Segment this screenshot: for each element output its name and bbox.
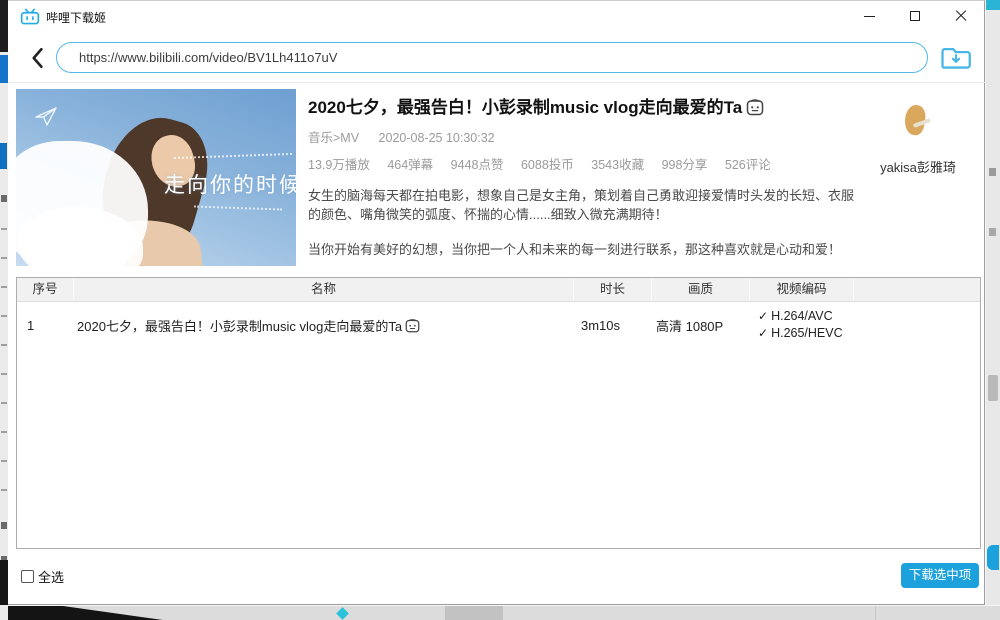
background-window-right-sliver bbox=[985, 0, 1000, 620]
description-paragraph: 女生的脑海每天都在拍电影，想象自己是女主角，策划着自己勇敢迎接爱情时头发的长短、… bbox=[308, 186, 860, 224]
table-row[interactable]: 1 2020七夕，最强告白！小彭录制music vlog走向最爱的Ta 3m10… bbox=[17, 302, 980, 348]
download-folder-button[interactable] bbox=[938, 44, 974, 72]
header-index: 序号 bbox=[17, 278, 74, 301]
background-tree-chevrons bbox=[1, 228, 7, 518]
background-text-fragment bbox=[1, 522, 7, 529]
select-all-checkbox[interactable] bbox=[21, 570, 34, 583]
app-window: 哔哩下载姬 bbox=[8, 0, 985, 605]
background-photo-fragment bbox=[0, 0, 8, 52]
back-button[interactable] bbox=[26, 46, 48, 70]
background-scrollbar-fragment bbox=[988, 375, 998, 401]
row-title-text: 2020七夕，最强告白！小彭录制music vlog走向最爱的Ta bbox=[77, 316, 402, 335]
thumbnail-scribble-text bbox=[194, 205, 282, 210]
background-button-fragment bbox=[445, 606, 503, 620]
stat-danmaku: 464弹幕 bbox=[387, 158, 433, 172]
bride-emote-icon bbox=[746, 98, 764, 116]
description-paragraph: 当你开始有美好的幻想，当你把一个人和未来的每一刻进行联系，那这种喜欢就是心动和爱… bbox=[308, 240, 860, 259]
background-text-fragment bbox=[1, 195, 7, 202]
arrow-down-icon bbox=[953, 55, 959, 62]
video-category: 音乐>MV bbox=[308, 131, 359, 145]
header-duration: 时长 bbox=[574, 278, 652, 301]
video-thumbnail: 走向你的时候 bbox=[16, 89, 296, 266]
url-input[interactable] bbox=[79, 44, 909, 71]
stat-plays: 13.9万播放 bbox=[308, 158, 370, 172]
background-text-fragment bbox=[989, 168, 996, 176]
background-window-left-sliver bbox=[0, 0, 8, 620]
header-codec: 视频编码 bbox=[750, 278, 854, 301]
select-all-control[interactable]: 全选 bbox=[21, 567, 64, 586]
minimize-icon bbox=[864, 16, 875, 17]
check-icon: ✓ bbox=[758, 325, 768, 342]
maximize-button[interactable] bbox=[898, 1, 932, 31]
section-divider bbox=[8, 82, 985, 83]
row-name: 2020七夕，最强告白！小彭录制music vlog走向最爱的Ta bbox=[74, 316, 574, 335]
background-blue-fragment bbox=[0, 143, 7, 169]
background-button-fragment bbox=[987, 545, 999, 570]
background-window-bottom-sliver bbox=[8, 605, 1000, 620]
background-photo-fragment bbox=[0, 560, 8, 605]
codec-option-h264[interactable]: ✓ H.264/AVC bbox=[758, 308, 980, 325]
video-stats: 13.9万播放 464弹幕 9448点赞 6088投币 3543收藏 998分享… bbox=[308, 154, 866, 173]
screen: 哔哩下载姬 bbox=[0, 0, 1000, 620]
minimize-button[interactable] bbox=[852, 1, 886, 31]
nav-bar bbox=[8, 35, 984, 81]
header-quality: 画质 bbox=[652, 278, 750, 301]
check-icon: ✓ bbox=[758, 308, 768, 325]
stat-favorites: 3543收藏 bbox=[591, 158, 644, 172]
stat-comments: 526评论 bbox=[725, 158, 771, 172]
background-blue-fragment bbox=[0, 55, 8, 83]
video-parts-table: 序号 名称 时长 画质 视频编码 1 2020七夕，最强告白！小彭录制music… bbox=[16, 277, 981, 549]
window-title: 哔哩下载姬 bbox=[46, 9, 106, 26]
row-duration: 3m10s bbox=[574, 318, 652, 333]
select-all-label: 全选 bbox=[38, 567, 64, 586]
background-photo-fragment bbox=[8, 606, 170, 620]
download-selected-button[interactable]: 下载选中项 bbox=[901, 563, 979, 588]
codec-option-h265[interactable]: ✓ H.265/HEVC bbox=[758, 325, 980, 342]
back-chevron-icon bbox=[34, 49, 42, 66]
maximize-icon bbox=[910, 11, 920, 21]
thumbnail-caption: 走向你的时候 bbox=[164, 169, 296, 199]
table-header-row: 序号 名称 时长 画质 视频编码 bbox=[17, 278, 980, 302]
video-publish-time: 2020-08-25 10:30:32 bbox=[379, 131, 495, 145]
video-description: 女生的脑海每天都在拍电影，想象自己是女主角，策划着自己勇敢迎接爱情时头发的长短、… bbox=[308, 186, 860, 259]
uploader-avatar bbox=[889, 91, 947, 149]
title-bar: 哔哩下载姬 bbox=[8, 1, 984, 31]
stat-likes: 9448点赞 bbox=[451, 158, 504, 172]
background-divider bbox=[875, 606, 876, 620]
stat-coins: 6088投币 bbox=[521, 158, 574, 172]
row-quality: 高清 1080P bbox=[652, 316, 750, 335]
uploader-name: yakisa彭雅琦 bbox=[853, 157, 983, 176]
video-meta: 音乐>MV 2020-08-25 10:30:32 bbox=[308, 127, 866, 146]
video-title: 2020七夕，最强告白！小彭录制music vlog走向最爱的Ta bbox=[308, 93, 742, 118]
close-button[interactable] bbox=[944, 1, 978, 31]
background-text-fragment bbox=[989, 228, 996, 236]
paper-plane-doodle-icon bbox=[32, 103, 60, 129]
bride-emote-icon bbox=[405, 318, 420, 333]
video-title-row: 2020七夕，最强告白！小彭录制music vlog走向最爱的Ta bbox=[308, 93, 866, 118]
background-cyan-fragment bbox=[986, 0, 1000, 10]
close-icon bbox=[955, 10, 967, 22]
uploader-card: yakisa彭雅琦 bbox=[853, 91, 983, 176]
header-name: 名称 bbox=[74, 278, 574, 301]
codec-label: H.264/AVC bbox=[771, 308, 833, 325]
row-index: 1 bbox=[17, 318, 74, 333]
bilibili-tv-icon bbox=[20, 8, 40, 25]
header-empty bbox=[854, 278, 980, 301]
video-info: 2020七夕，最强告白！小彭录制music vlog走向最爱的Ta 音乐>MV … bbox=[308, 93, 866, 259]
row-codecs: ✓ H.264/AVC ✓ H.265/HEVC bbox=[750, 308, 980, 342]
stat-shares: 998分享 bbox=[662, 158, 708, 172]
background-icon-fragment bbox=[336, 607, 349, 620]
codec-label: H.265/HEVC bbox=[771, 325, 843, 342]
url-input-pill bbox=[56, 42, 928, 73]
